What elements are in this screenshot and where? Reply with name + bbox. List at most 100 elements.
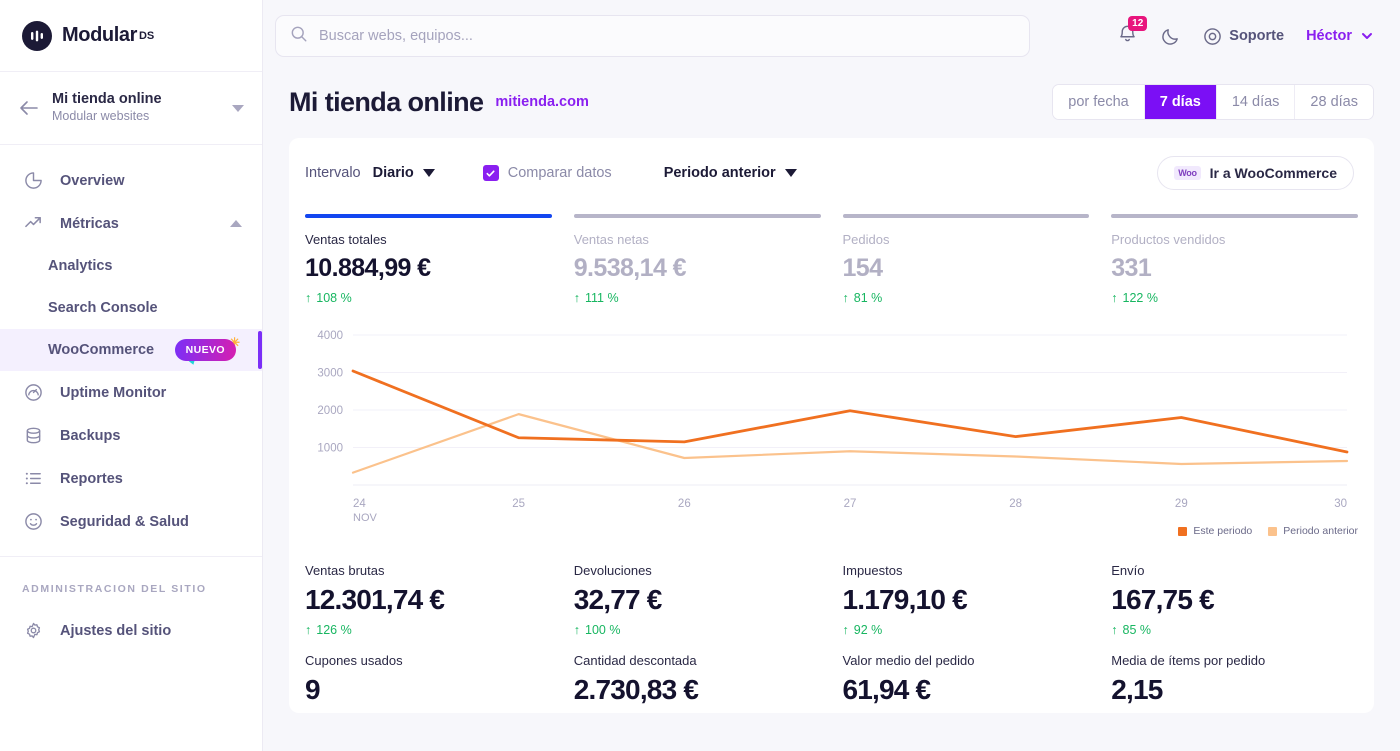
arrow-up-icon: ↑: [574, 291, 580, 305]
sidebar-item-analytics[interactable]: Analytics: [0, 245, 262, 287]
kpi-accent-bar: [843, 214, 1090, 218]
metric-card-envio: Envío 167,75 € ↑ 85 %: [1111, 563, 1358, 637]
kpi-delta-value: 108 %: [316, 291, 351, 305]
brand-suffix: DS: [139, 30, 154, 42]
sidebar-item-label: Métricas: [60, 216, 119, 232]
sidebar-item-woocommerce[interactable]: WooCommerce ✳ NUEVO: [0, 329, 262, 371]
tab-por-fecha[interactable]: por fecha: [1053, 85, 1144, 119]
topbar: 12 Soporte Héctor: [263, 0, 1400, 72]
metric-label: Media de ítems por pedido: [1111, 653, 1358, 668]
woocommerce-panel: Intervalo Diario Comparar datos: [289, 138, 1374, 713]
kpi-label: Ventas netas: [574, 232, 821, 247]
pie-chart-icon: [22, 170, 44, 192]
bell-icon[interactable]: 12: [1117, 23, 1138, 49]
sidebar-subitem-label: Analytics: [48, 258, 112, 274]
metric-card-media-items-pedido: Media de ítems por pedido 2,15: [1111, 653, 1358, 713]
metric-label: Envío: [1111, 563, 1358, 578]
svg-text:24: 24: [353, 498, 366, 510]
sidebar-subitem-label: Search Console: [48, 300, 158, 316]
user-name: Héctor: [1306, 28, 1352, 44]
svg-text:30: 30: [1334, 498, 1347, 510]
sidebar-item-label: Seguridad & Salud: [60, 514, 189, 530]
gear-icon: [22, 620, 44, 642]
sidebar-item-label: Uptime Monitor: [60, 385, 166, 401]
sidebar-item-metricas[interactable]: Métricas: [0, 202, 262, 245]
kpi-accent-bar: [305, 214, 552, 218]
kpi-delta-value: 81 %: [854, 291, 883, 305]
search-input[interactable]: [319, 28, 1015, 44]
compare-period-value: Periodo anterior: [664, 165, 776, 181]
brand-header[interactable]: Modular DS: [0, 0, 262, 72]
metric-delta: ↑ 92 %: [843, 623, 1090, 637]
tab-7-dias[interactable]: 7 días: [1145, 85, 1217, 119]
svg-text:25: 25: [512, 498, 525, 510]
search-box[interactable]: [275, 15, 1030, 57]
sidebar-item-reportes[interactable]: Reportes: [0, 457, 262, 500]
list-icon: [22, 468, 44, 490]
sidebar-item-search-console[interactable]: Search Console: [0, 287, 262, 329]
metric-label: Impuestos: [843, 563, 1090, 578]
sidebar-item-overview[interactable]: Overview: [0, 159, 262, 202]
tab-28-dias[interactable]: 28 días: [1295, 85, 1373, 119]
compare-checkbox[interactable]: [483, 165, 499, 181]
kpi-delta-value: 122 %: [1123, 291, 1158, 305]
site-domain-link[interactable]: mitienda.com: [495, 94, 588, 110]
chevron-down-icon: [1360, 29, 1374, 43]
kpi-card-productos-vendidos[interactable]: Productos vendidos 331 ↑ 122 %: [1111, 204, 1358, 305]
sidebar-nav: Overview Métricas Analytics Search Conso…: [0, 145, 262, 751]
metric-card-devoluciones: Devoluciones 32,77 € ↑ 100 %: [574, 563, 821, 637]
compare-data-toggle[interactable]: Comparar datos: [483, 165, 612, 181]
metric-delta: ↑ 85 %: [1111, 623, 1358, 637]
metric-label: Devoluciones: [574, 563, 821, 578]
interval-label: Intervalo: [305, 165, 361, 181]
metric-delta: ↑ 100 %: [574, 623, 821, 637]
sidebar-item-seguridad-salud[interactable]: Seguridad & Salud: [0, 500, 262, 543]
interval-dropdown[interactable]: Diario: [373, 165, 435, 181]
sidebar-item-uptime-monitor[interactable]: Uptime Monitor: [0, 371, 262, 414]
sidebar-subitem-label: WooCommerce: [48, 342, 154, 358]
metric-delta-value: 126 %: [316, 623, 351, 637]
arrow-up-icon: ↑: [843, 623, 849, 637]
interval-value: Diario: [373, 165, 414, 181]
site-switcher[interactable]: Mi tienda online Modular websites: [0, 72, 262, 145]
chevron-up-icon[interactable]: [230, 220, 242, 227]
metric-value: 2,15: [1111, 674, 1358, 706]
kpi-value: 154: [843, 254, 1090, 283]
sidebar-item-backups[interactable]: Backups: [0, 414, 262, 457]
kpi-card-pedidos[interactable]: Pedidos 154 ↑ 81 %: [843, 204, 1090, 305]
sidebar-item-label: Backups: [60, 428, 120, 444]
kpi-delta: ↑ 111 %: [574, 291, 821, 305]
svg-text:1000: 1000: [317, 443, 343, 455]
moon-icon[interactable]: [1160, 26, 1181, 47]
go-to-woocommerce-button[interactable]: Woo Ir a WooCommerce: [1157, 156, 1354, 190]
tab-14-dias[interactable]: 14 días: [1217, 85, 1296, 119]
sidebar-section-title: ADMINISTRACION DEL SITIO: [0, 557, 262, 609]
kpi-accent-bar: [574, 214, 821, 218]
modular-logo-icon: [22, 21, 52, 51]
compare-period-dropdown[interactable]: Periodo anterior: [664, 165, 797, 181]
metric-value: 9: [305, 674, 552, 706]
app-root: Modular DS Mi tienda online Modular webs…: [0, 0, 1400, 751]
arrow-left-icon[interactable]: [18, 99, 40, 117]
kpi-value: 9.538,14 €: [574, 254, 821, 283]
smiley-icon: [22, 511, 44, 533]
sidebar-item-label: Ajustes del sitio: [60, 623, 171, 639]
svg-text:NOV: NOV: [353, 512, 378, 523]
chevron-down-icon[interactable]: [232, 105, 244, 112]
kpi-card-ventas-netas[interactable]: Ventas netas 9.538,14 € ↑ 111 %: [574, 204, 821, 305]
kpi-card-ventas-totales[interactable]: Ventas totales 10.884,99 € ↑ 108 %: [305, 204, 552, 305]
metric-value: 32,77 €: [574, 584, 821, 616]
support-button[interactable]: Soporte: [1203, 27, 1284, 46]
sidebar-item-label: Reportes: [60, 471, 123, 487]
status-badge: NUEVO: [175, 339, 236, 361]
sales-line-chart[interactable]: 100020003000400024NOV252627282930: [289, 305, 1374, 525]
metric-label: Cupones usados: [305, 653, 552, 668]
sidebar-item-ajustes-del-sitio[interactable]: Ajustes del sitio: [0, 609, 262, 652]
svg-text:2000: 2000: [317, 405, 343, 417]
kpi-value: 10.884,99 €: [305, 254, 552, 283]
svg-text:27: 27: [844, 498, 857, 510]
metric-value: 12.301,74 €: [305, 584, 552, 616]
kpi-row: Ventas totales 10.884,99 € ↑ 108 % Venta…: [289, 204, 1374, 305]
user-menu[interactable]: Héctor: [1306, 28, 1374, 44]
brand-name: Modular: [62, 24, 137, 47]
